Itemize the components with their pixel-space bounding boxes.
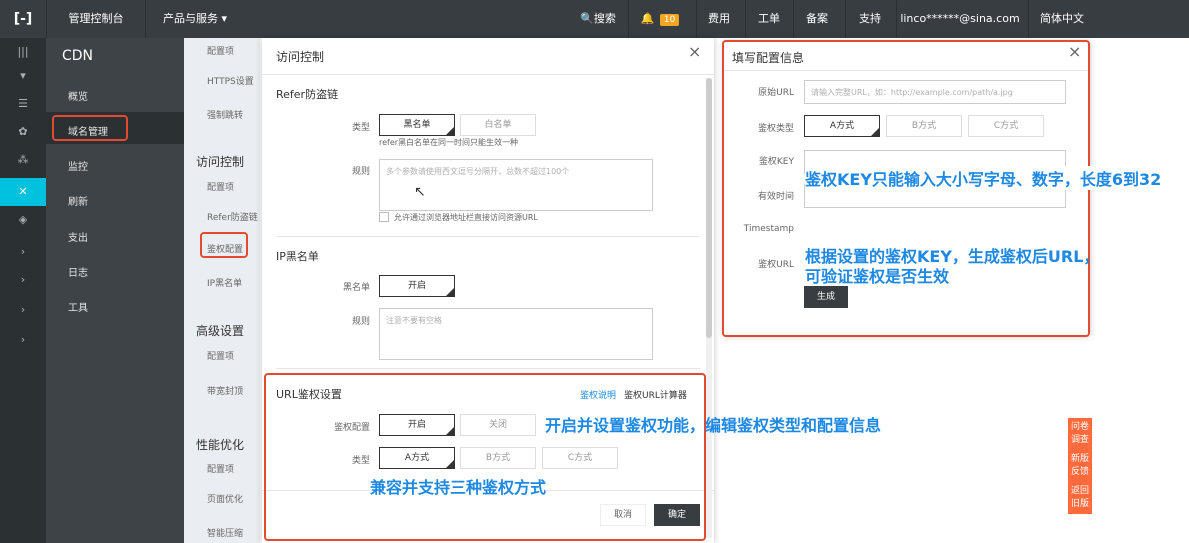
old-version-tab-label: 返回 旧版 (1070, 486, 1089, 509)
subnav-heading: 访问控制 (196, 155, 245, 169)
bell-icon: 🔔 (640, 12, 655, 25)
storage-icon[interactable]: ◈ (0, 206, 46, 234)
icon-rail: ||| ▾ ☰ ✿ ⁂ ✕ ◈ › › › › (0, 38, 46, 543)
feedback-tab-label: 新版 反馈 (1070, 454, 1089, 477)
ip-section-title: IP黑名单 (276, 250, 319, 263)
nav-item-refresh[interactable]: 刷新 (68, 193, 88, 208)
search-button[interactable]: 🔍搜索 (570, 0, 626, 38)
chevron-down-icon[interactable]: ▾ (0, 62, 46, 90)
refer-hint: refer黑白名单在同一时间只能生效一种 (379, 138, 519, 147)
server-icon[interactable]: ☰ (0, 90, 46, 118)
ip-rule-label: 规则 (351, 317, 370, 327)
account-menu[interactable]: linco******@sina.com (900, 0, 1020, 38)
notification-button[interactable]: 🔔 10 (634, 0, 686, 38)
top-bar: [-] 管理控制台 产品与服务 ▾ 🔍搜索 🔔 10 费用 工单 备案 支持 l… (0, 0, 1189, 38)
highlight-domains (52, 115, 128, 141)
chevron-right-icon[interactable]: › (0, 326, 46, 354)
nav-item-expense[interactable]: 支出 (68, 229, 88, 244)
annotation-generate-2: 可验证鉴权是否生效 (805, 267, 950, 286)
search-label: 搜索 (593, 12, 616, 25)
support-link[interactable]: 支持 (848, 0, 892, 38)
subnav-item[interactable]: HTTPS设置 (207, 74, 254, 87)
fees-link[interactable]: 费用 (700, 0, 738, 38)
search-icon: 🔍 (580, 12, 594, 25)
refer-section-title: Refer防盗链 (276, 88, 339, 101)
survey-tab-label: 问卷 调查 (1070, 422, 1089, 445)
subnav-item[interactable]: 配置项 (207, 349, 234, 362)
highlight-url-auth (264, 373, 706, 541)
tickets-link[interactable]: 工单 (750, 0, 788, 38)
subnav-heading: 性能优化 (196, 438, 245, 452)
subnav-item[interactable]: IP黑名单 (207, 276, 242, 289)
rule-label: 规则 (351, 167, 370, 177)
direct-access-checkbox[interactable] (379, 212, 389, 222)
cursor-icon: ↖ (414, 184, 426, 200)
console-link[interactable]: 管理控制台 (56, 0, 136, 38)
annotation-key: 鉴权KEY只能输入大小写字母、数字，长度6到32 (805, 166, 1162, 190)
direct-access-label: 允许通过浏览器地址栏直接访问资源URL (394, 213, 538, 222)
chevron-right-icon[interactable]: › (0, 266, 46, 294)
blacklist-label: 黑名单 (342, 283, 370, 293)
chevron-right-icon[interactable]: › (0, 296, 46, 324)
subnav-item[interactable]: 页面优化 (207, 492, 243, 505)
type-label: 类型 (351, 123, 370, 133)
dialog-title: 访问控制 (276, 50, 325, 64)
nav-item-overview[interactable]: 概览 (68, 88, 88, 103)
subnav-item[interactable]: 配置项 (207, 44, 234, 57)
nav-title: CDN (62, 48, 94, 64)
subnav-item[interactable]: 强制跳转 (207, 108, 243, 121)
refer-whitelist-button[interactable]: 白名单 (460, 114, 536, 136)
subnav-item[interactable]: 智能压缩 (207, 526, 243, 539)
network-icon[interactable]: ⁂ (0, 146, 46, 174)
aliyun-logo-icon[interactable]: [-] (8, 0, 38, 38)
refer-blacklist-button[interactable]: 黑名单 (379, 114, 455, 136)
chevron-right-icon[interactable]: › (0, 238, 46, 266)
cdn-nav: CDN 概览 域名管理 监控 刷新 支出 日志 工具 (46, 38, 184, 543)
subnav-item[interactable]: 配置项 (207, 462, 234, 475)
subnav-item[interactable]: 配置项 (207, 180, 234, 193)
close-icon[interactable]: × (688, 42, 701, 61)
notification-badge: 10 (659, 14, 680, 26)
products-menu[interactable]: 产品与服务 ▾ (150, 0, 240, 38)
ip-rule-textarea[interactable]: 注意不要有空格 (379, 308, 653, 360)
ip-blacklist-toggle[interactable]: 开启 (379, 275, 455, 297)
language-switch[interactable]: 简体中文 (1030, 0, 1094, 38)
feedback-tab[interactable]: 新版 反馈 (1068, 450, 1092, 482)
nav-item-monitor[interactable]: 监控 (68, 158, 88, 173)
sub-nav: 配置项 HTTPS设置 强制跳转 访问控制 配置项 Refer防盗链 鉴权配置 … (184, 38, 260, 543)
scrollbar[interactable] (706, 78, 712, 538)
annotation-types: 兼容并支持三种鉴权方式 (370, 474, 547, 498)
subnav-item[interactable]: 带宽封顶 (207, 384, 243, 397)
nav-item-tools[interactable]: 工具 (68, 299, 88, 314)
survey-tab[interactable]: 问卷 调查 (1068, 418, 1092, 450)
subnav-heading: 高级设置 (196, 324, 245, 338)
nav-item-logs[interactable]: 日志 (68, 264, 88, 279)
cdn-icon[interactable]: ✕ (0, 178, 46, 206)
cloud-icon[interactable]: ✿ (0, 118, 46, 146)
annotation-enable: 开启并设置鉴权功能，编辑鉴权类型和配置信息 (545, 416, 882, 435)
subnav-item[interactable]: Refer防盗链 (207, 210, 258, 223)
old-version-tab[interactable]: 返回 旧版 (1068, 482, 1092, 514)
record-link[interactable]: 备案 (797, 0, 837, 38)
highlight-auth-config (200, 232, 248, 258)
